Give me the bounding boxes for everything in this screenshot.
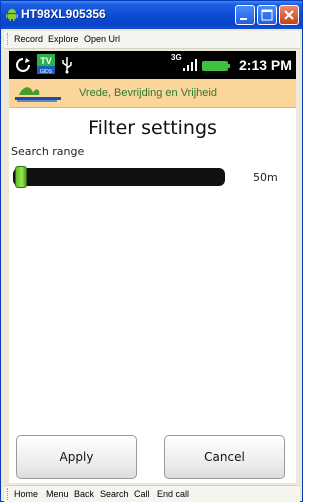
- page-title: Filter settings: [88, 117, 217, 139]
- slider-track[interactable]: [13, 168, 225, 186]
- key-search[interactable]: Search: [100, 489, 129, 499]
- key-call[interactable]: Call: [134, 489, 150, 499]
- status-bar: TV GIDS 3G 2:13 PM: [9, 51, 296, 79]
- menu-record[interactable]: Record: [14, 34, 43, 44]
- slider-thumb[interactable]: [15, 166, 27, 188]
- toolbar-grip: [7, 488, 10, 500]
- close-icon: [284, 10, 294, 20]
- key-end-call[interactable]: End call: [157, 489, 189, 499]
- menu-open-url[interactable]: Open Url: [84, 34, 120, 44]
- usb-icon: [62, 57, 72, 74]
- status-time: 2:13 PM: [239, 57, 292, 73]
- tv-gids-icon: TV GIDS: [37, 54, 55, 74]
- maximize-icon: [261, 9, 273, 21]
- svg-text:TV: TV: [40, 56, 52, 66]
- window-titlebar[interactable]: HT98XL905356: [1, 1, 302, 29]
- search-range-label: Search range: [11, 145, 85, 158]
- sync-icon: [16, 58, 30, 72]
- key-home[interactable]: Home: [14, 489, 38, 499]
- close-button[interactable]: [279, 5, 299, 25]
- search-range-value: 50m: [253, 171, 278, 184]
- android-icon: [6, 9, 18, 21]
- device-key-bar: Home Menu Back Search Call End call: [4, 485, 300, 502]
- window-title: HT98XL905356: [21, 7, 106, 21]
- menu-explore[interactable]: Explore: [48, 34, 79, 44]
- maximize-button[interactable]: [257, 5, 277, 25]
- network-type: 3G: [171, 53, 182, 62]
- apply-button[interactable]: Apply: [16, 435, 137, 479]
- institution-logo: [15, 87, 61, 102]
- svg-text:GIDS: GIDS: [40, 69, 53, 74]
- key-menu[interactable]: Menu: [46, 489, 69, 499]
- toolbar-grip: [7, 33, 10, 45]
- battery-icon: [202, 61, 230, 71]
- key-back[interactable]: Back: [74, 489, 94, 499]
- app-header: Vrede, Bevrijding en Vrijheid: [9, 79, 296, 108]
- app-header-title: Vrede, Bevrijding en Vrijheid: [79, 87, 217, 99]
- signal-icon: [183, 59, 197, 71]
- emulator-window: HT98XL905356 Record Explore Open Url TV: [0, 0, 303, 502]
- phone-screen: TV GIDS 3G 2:13 PM Vrede, Bevrijding en …: [9, 51, 296, 483]
- menu-bar: Record Explore Open Url: [4, 31, 300, 49]
- search-range-slider[interactable]: [13, 164, 225, 190]
- minimize-button[interactable]: [235, 5, 255, 25]
- minimize-icon: [240, 18, 247, 20]
- cancel-button[interactable]: Cancel: [164, 435, 285, 479]
